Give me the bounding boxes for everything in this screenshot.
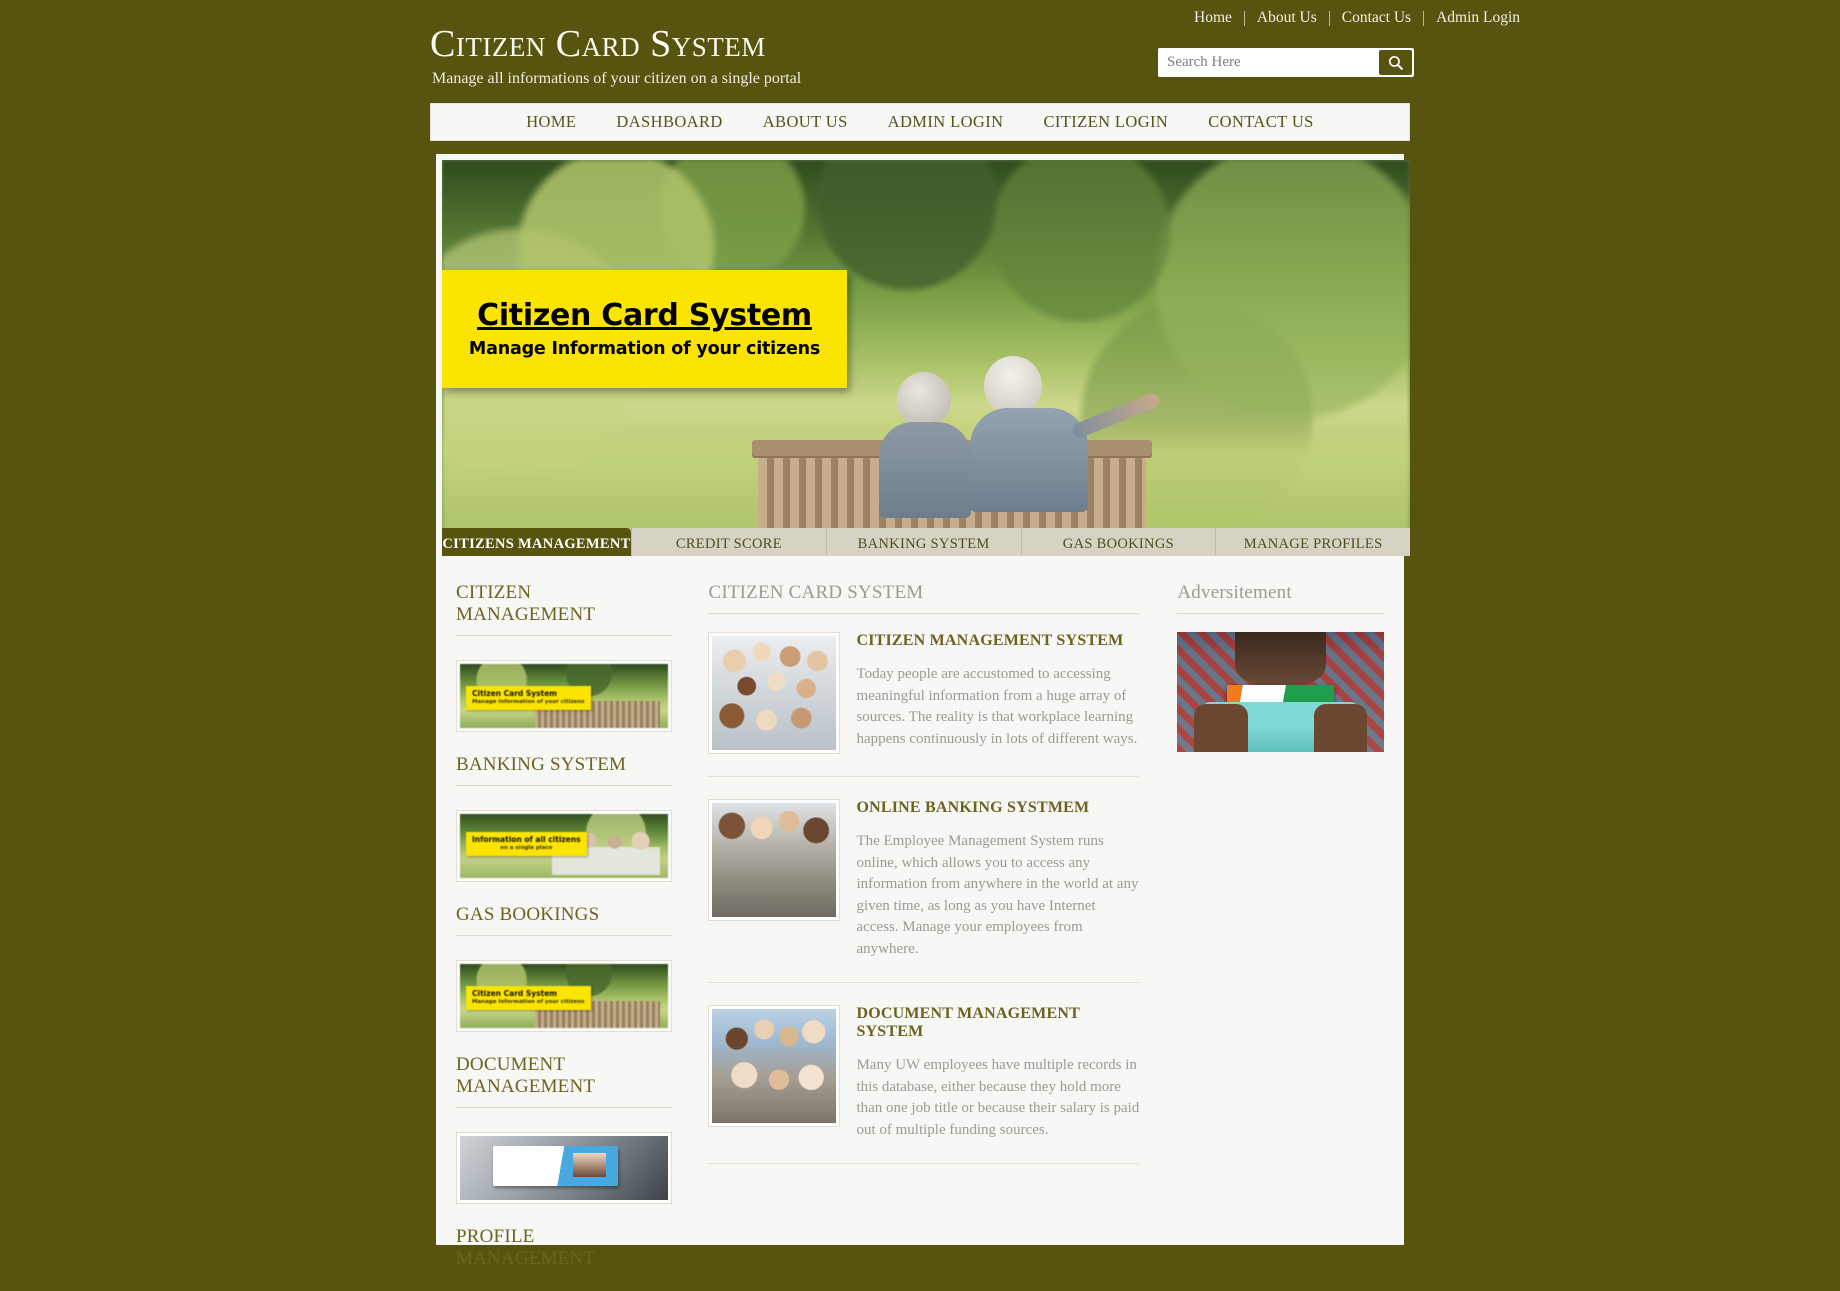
thumb-caption: Citizen Card System Manage Information o… (466, 986, 591, 1010)
divider (708, 1163, 1140, 1164)
article-title: ONLINE BANKING SYSTMEM (856, 799, 1090, 816)
thumb-caption-sub: Manage Information of your citizens (472, 999, 585, 1005)
utility-link-admin-login[interactable]: Admin Login (1424, 9, 1532, 27)
divider (456, 935, 673, 936)
sidebar-heading-citizen-management: CITIZEN MANAGEMENT (456, 582, 596, 625)
divider (456, 635, 673, 636)
main-heading: CITIZEN CARD SYSTEM (708, 582, 924, 603)
main-nav: HOME DASHBOARD ABOUT US ADMIN LOGIN CITI… (430, 103, 1410, 141)
main-content: CITIZEN CARD SYSTEM CITIZEN MANAGEMENT S… (690, 582, 1161, 1245)
seated-person-left (879, 372, 971, 518)
article-citizen-management-system[interactable]: CITIZEN MANAGEMENT SYSTEM Today people a… (708, 632, 1139, 776)
article-thumbnail (708, 1005, 841, 1127)
article-text: The Employee Management System runs onli… (856, 833, 1139, 957)
body-frame: CITIZEN MANAGEMENT Citizen Card System M… (430, 556, 1410, 1269)
search-button[interactable] (1379, 50, 1412, 75)
article-text: Many UW employees have multiple records … (856, 1057, 1140, 1138)
utility-link-contact-us[interactable]: Contact Us (1330, 9, 1423, 27)
thumbnail-image (460, 1136, 669, 1200)
article-thumbnail (708, 632, 841, 754)
divider (456, 785, 673, 786)
hero-subtitle: Manage Information of your citizens (468, 339, 821, 359)
utility-link-home[interactable]: Home (1182, 9, 1244, 27)
search-input[interactable] (1158, 48, 1379, 77)
utility-link-about-us[interactable]: About Us (1245, 9, 1329, 27)
article-thumbnail (708, 799, 841, 921)
thumb-caption: Citizen Card System Manage Information o… (466, 686, 591, 710)
advertisement-image[interactable] (1177, 632, 1384, 752)
sidebar-thumb-citizen-management[interactable]: Citizen Card System Manage Information o… (456, 660, 673, 732)
thumbnail-image: Information of all citizens on a single … (460, 814, 669, 878)
thumb-caption: Information of all citizens on a single … (466, 832, 587, 856)
sidebar-heading-gas-bookings: GAS BOOKINGS (456, 904, 600, 925)
page-root: Home About Us Contact Us Admin Login Cit… (0, 0, 1840, 1291)
utility-nav: Home About Us Contact Us Admin Login (1182, 9, 1532, 27)
article-title: CITIZEN MANAGEMENT SYSTEM (856, 632, 1124, 649)
seated-person-right (970, 356, 1162, 512)
site-title: Citizen Card System (430, 23, 766, 65)
thumb-caption-title: Information of all citizens (472, 835, 581, 844)
thumb-caption-title: Citizen Card System (472, 989, 558, 998)
nav-item-dashboard[interactable]: DASHBOARD (596, 112, 742, 132)
thumbnail-image: Citizen Card System Manage Information o… (460, 964, 669, 1028)
article-document-management-system[interactable]: DOCUMENT MANAGEMENT SYSTEM Many UW emplo… (708, 1005, 1139, 1163)
hero-banner: Citizen Card System Manage Information o… (442, 160, 1410, 560)
hero-overlay-card: Citizen Card System Manage Information o… (442, 270, 847, 388)
sidebar-thumb-gas-bookings[interactable]: Citizen Card System Manage Information o… (456, 960, 673, 1032)
left-sidebar: CITIZEN MANAGEMENT Citizen Card System M… (456, 582, 690, 1269)
divider (456, 1107, 673, 1108)
nav-item-home[interactable]: HOME (506, 112, 596, 132)
nav-item-about-us[interactable]: ABOUT US (743, 112, 868, 132)
search-box[interactable] (1158, 48, 1414, 77)
thumbnail-image: Citizen Card System Manage Information o… (460, 664, 669, 728)
id-card-icon (493, 1146, 619, 1186)
article-text: Today people are accustomed to accessing… (856, 666, 1138, 747)
sidebar-heading-document-management: DOCUMENT MANAGEMENT (456, 1054, 596, 1097)
nav-item-citizen-login[interactable]: CITIZEN LOGIN (1023, 112, 1188, 132)
divider (708, 982, 1140, 983)
article-online-banking-system[interactable]: ONLINE BANKING SYSTMEM The Employee Mana… (708, 799, 1139, 982)
brand: Citizen Card System Manage all informati… (430, 24, 801, 88)
hero-title: Citizen Card System (477, 298, 812, 333)
sidebar-heading-profile-management: PROFILE MANAGEMENT (456, 1226, 596, 1269)
sidebar-heading-banking-system: BANKING SYSTEM (456, 754, 627, 775)
nav-item-admin-login[interactable]: ADMIN LOGIN (868, 112, 1024, 132)
right-sidebar: Adversitement (1161, 582, 1384, 1245)
thumb-caption-title: Citizen Card System (472, 689, 558, 698)
sidebar-thumb-banking-system[interactable]: Information of all citizens on a single … (456, 810, 673, 882)
thumb-caption-sub: on a single place (500, 845, 553, 851)
divider (1177, 613, 1384, 614)
advertisement-heading: Adversitement (1177, 582, 1292, 603)
search-icon (1388, 55, 1403, 70)
sidebar-thumb-document-management[interactable] (456, 1132, 673, 1204)
divider (708, 776, 1140, 777)
thumb-caption-sub: Manage Information of your citizens (472, 699, 585, 705)
divider (708, 613, 1140, 614)
article-title: DOCUMENT MANAGEMENT SYSTEM (856, 1005, 1080, 1040)
site-tagline: Manage all informations of your citizen … (432, 70, 802, 87)
hero-frame: Citizen Card System Manage Information o… (430, 148, 1410, 560)
nav-item-contact-us[interactable]: CONTACT US (1188, 112, 1334, 132)
